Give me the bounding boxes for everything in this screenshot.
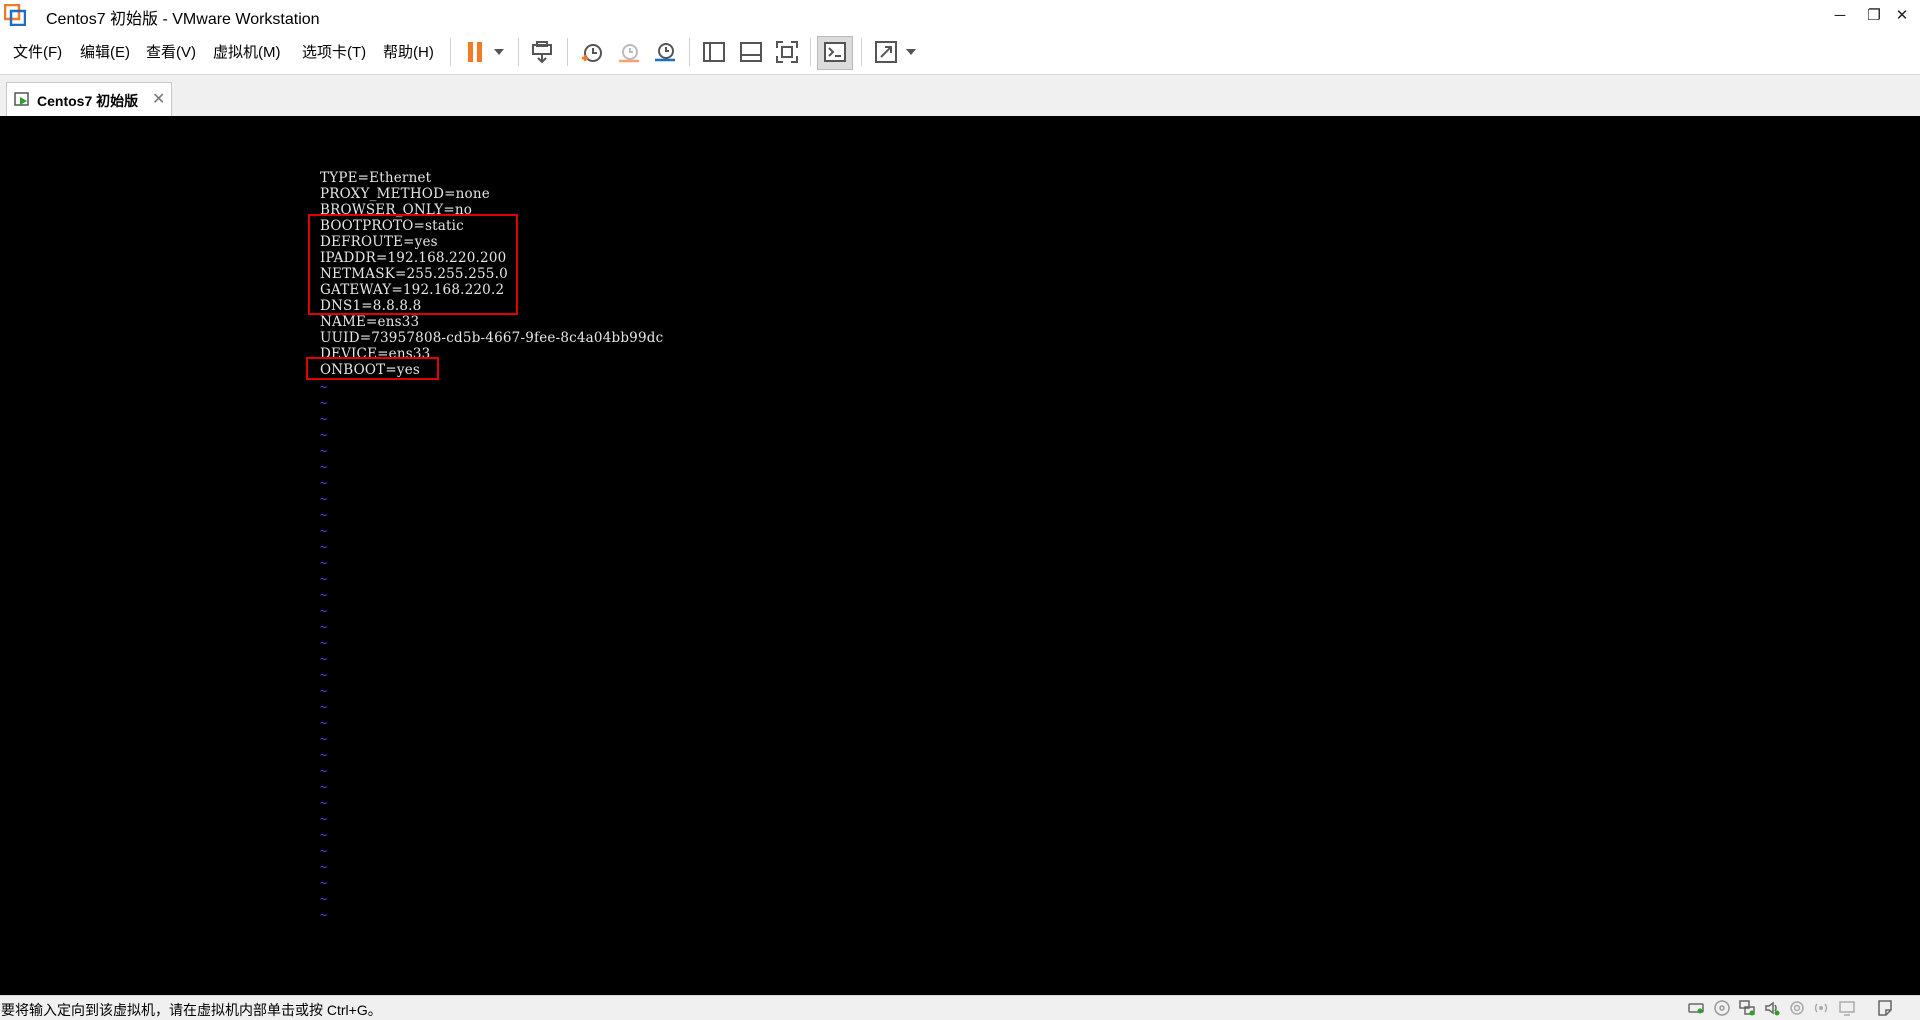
tilde-marker: ~ [320,764,328,778]
tilde-marker: ~ [320,492,328,506]
hard-disk-icon[interactable] [1687,999,1705,1017]
stretch-guest-icon[interactable] [872,38,900,66]
console-line: NAME=ens33 [320,314,420,330]
tilde-marker: ~ [320,428,328,442]
display-icon[interactable] [1838,999,1856,1017]
tilde-marker: ~ [320,620,328,634]
tab-close-icon[interactable]: ✕ [152,89,165,109]
tilde-marker: ~ [320,908,328,922]
network-adapter-icon[interactable] [1738,999,1756,1017]
menu-help[interactable]: 帮助(H) [383,41,434,62]
cd-dvd-icon[interactable] [1713,999,1731,1017]
vm-tab-icon [14,91,32,109]
stretch-dropdown-icon[interactable] [906,49,916,55]
tilde-marker: ~ [320,716,328,730]
status-bar: 要将输入定向到该虚拟机，请在虚拟机内部单击或按 Ctrl+G。 [0,995,1920,1020]
menu-vm[interactable]: 虚拟机(M) [213,41,281,62]
printer-icon[interactable] [1812,999,1830,1017]
pause-icon[interactable] [461,38,489,66]
tilde-marker: ~ [320,732,328,746]
title-bar: Centos7 初始版 - VMware Workstation ─ ❐ ✕ [0,0,1920,30]
tilde-marker: ~ [320,412,328,426]
tilde-marker: ~ [320,476,328,490]
menu-tabs[interactable]: 选项卡(T) [302,41,366,62]
toolbar-separator [810,38,811,66]
tilde-marker: ~ [320,380,328,394]
full-screen-icon[interactable] [773,38,801,66]
window-title: Centos7 初始版 - VMware Workstation [46,11,320,28]
onboot-highlight [306,357,439,380]
menu-edit[interactable]: 编辑(E) [80,41,130,62]
network-settings-highlight [308,214,518,315]
tilde-marker: ~ [320,700,328,714]
tilde-marker: ~ [320,444,328,458]
tilde-marker: ~ [320,556,328,570]
menu-toolbar-bar: 文件(F) 编辑(E) 查看(V) 虚拟机(M) 选项卡(T) 帮助(H) [0,30,1920,75]
tilde-marker: ~ [320,684,328,698]
tilde-marker: ~ [320,812,328,826]
snapshot-manager-icon[interactable] [651,38,679,66]
console-view-icon[interactable] [821,38,849,66]
snapshot-take-icon[interactable] [578,38,606,66]
tab-strip: Centos7 初始版 ✕ [0,75,1920,116]
tilde-marker: ~ [320,828,328,842]
tilde-marker: ~ [320,860,328,874]
status-message: 要将输入定向到该虚拟机，请在虚拟机内部单击或按 Ctrl+G。 [1,1002,382,1018]
tilde-marker: ~ [320,876,328,890]
vm-console[interactable]: TYPE=Ethernet PROXY_METHOD=none BROWSER_… [0,116,1920,995]
menu-file[interactable]: 文件(F) [13,41,62,62]
tilde-marker: ~ [320,524,328,538]
tilde-marker: ~ [320,780,328,794]
menu-view[interactable]: 查看(V) [146,41,196,62]
usb-icon[interactable] [1788,999,1806,1017]
toolbar-separator [518,38,519,66]
close-button[interactable]: ✕ [1880,0,1920,30]
toolbar-separator [450,38,451,66]
console-line: UUID=73957808-cd5b-4667-9fee-8c4a04bb99d… [320,330,664,346]
toolbar-separator [861,38,862,66]
toolbar-separator [689,38,690,66]
sound-card-icon[interactable] [1763,999,1781,1017]
toolbar-separator [567,38,568,66]
tilde-marker: ~ [320,604,328,618]
pause-dropdown-icon[interactable] [494,49,504,55]
console-line: PROXY_METHOD=none [320,186,490,202]
show-thumbnail-icon[interactable] [737,38,765,66]
message-log-icon[interactable] [1876,999,1894,1017]
tilde-marker: ~ [320,396,328,410]
tilde-marker: ~ [320,572,328,586]
snapshot-revert-icon[interactable] [615,38,643,66]
tilde-marker: ~ [320,652,328,666]
tilde-marker: ~ [320,460,328,474]
tab-centos7[interactable]: Centos7 初始版 ✕ [6,82,172,116]
tilde-marker: ~ [320,508,328,522]
show-library-icon[interactable] [700,38,728,66]
tilde-marker: ~ [320,668,328,682]
tilde-marker: ~ [320,540,328,554]
tilde-marker: ~ [320,588,328,602]
tab-label: Centos7 初始版 [37,93,139,109]
tilde-marker: ~ [320,844,328,858]
tilde-marker: ~ [320,796,328,810]
tilde-marker: ~ [320,636,328,650]
vim-empty-line-markers: ~ ~ ~ ~ ~ ~ ~ ~ ~ ~ ~ ~ ~ ~ ~ ~ ~ ~ ~ ~ ~ ~ ~ ~ ~ ~ ~ ~ ~ ~ ~ ~ ~ ~ [320,379,327,923]
console-line: TYPE=Ethernet [320,170,432,186]
vmware-app-icon[interactable] [3,3,27,27]
tilde-marker: ~ [320,748,328,762]
tilde-marker: ~ [320,892,328,906]
send-ctrl-alt-del-icon[interactable] [528,38,556,66]
